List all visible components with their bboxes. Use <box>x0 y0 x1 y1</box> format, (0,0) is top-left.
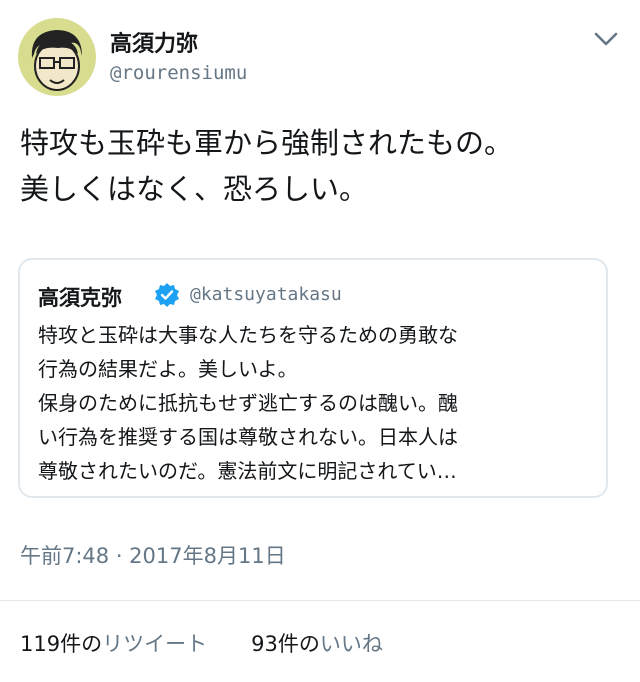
quoted-line: い行為を推奨する国は尊敬されない。日本人は <box>38 425 458 449</box>
likes-label: いいね <box>319 632 383 656</box>
retweets-label: リツイート <box>102 632 208 656</box>
tweet-line: 特攻も玉砕も軍から強制されたもの。 <box>20 126 514 160</box>
engagement-stats: 119件のリツイート 93件のいいね <box>20 628 383 658</box>
quoted-text: 特攻と玉砕は大事な人たちを守るための勇敢な 行為の結果だよ。美しいよ。 保身のた… <box>38 318 598 488</box>
quoted-line: 行為の結果だよ。美しいよ。 <box>38 357 298 381</box>
user-handle[interactable]: @rourensiumu <box>110 62 247 84</box>
display-name[interactable]: 高須力弥 <box>110 26 198 58</box>
quoted-handle: @katsuyatakasu <box>190 284 342 305</box>
quoted-line: 保身のために抵抗もせず逃亡するのは醜い。醜 <box>38 391 458 415</box>
avatar-drawing <box>31 30 82 91</box>
retweets-stat[interactable]: 119件のリツイート <box>20 628 207 658</box>
divider <box>0 600 640 601</box>
quoted-line: 尊敬されたいのだ。憲法前文に明記されてい… <box>38 459 457 483</box>
timestamp[interactable]: 午前7:48 · 2017年8月11日 <box>20 540 286 570</box>
quoted-tweet[interactable]: 高須克弥 @katsuyatakasu 特攻と玉砕は大事な人たちを守るための勇敢… <box>18 258 608 498</box>
retweets-count: 119件の <box>20 632 103 656</box>
tweet-text: 特攻も玉砕も軍から強制されたもの。 美しくはなく、恐ろしい。 <box>20 120 620 212</box>
quoted-display-name: 高須克弥 <box>38 286 122 310</box>
avatar[interactable] <box>18 18 96 96</box>
quoted-line: 特攻と玉砕は大事な人たちを守るための勇敢な <box>38 323 458 347</box>
likes-count: 93件の <box>251 632 320 656</box>
chevron-down-icon[interactable] <box>592 28 620 50</box>
tweet-line: 美しくはなく、恐ろしい。 <box>20 172 369 206</box>
likes-stat[interactable]: 93件のいいね <box>251 628 383 658</box>
verified-badge-icon <box>154 282 180 308</box>
